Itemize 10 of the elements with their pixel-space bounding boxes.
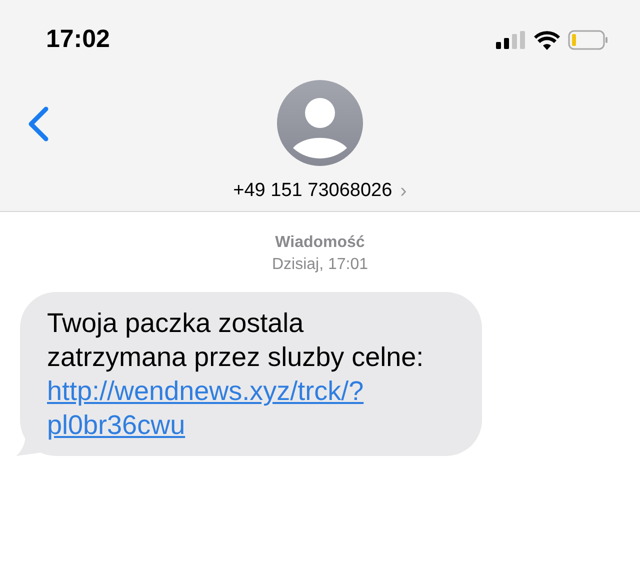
message-timestamp: Dzisiaj, 17:01 <box>272 255 368 275</box>
contact-button[interactable]: +49 151 73068026 › <box>233 176 407 206</box>
signal-icon <box>496 31 526 49</box>
battery-icon <box>568 30 608 50</box>
wifi-icon <box>534 30 560 50</box>
avatar-icon <box>277 80 363 166</box>
service-label: Wiadomość <box>275 233 365 253</box>
back-button[interactable] <box>26 106 50 142</box>
status-time: 17:02 <box>46 24 110 56</box>
message-text: Twoja paczka zostala zatrzymana przez sluzby celne: <box>47 307 425 374</box>
